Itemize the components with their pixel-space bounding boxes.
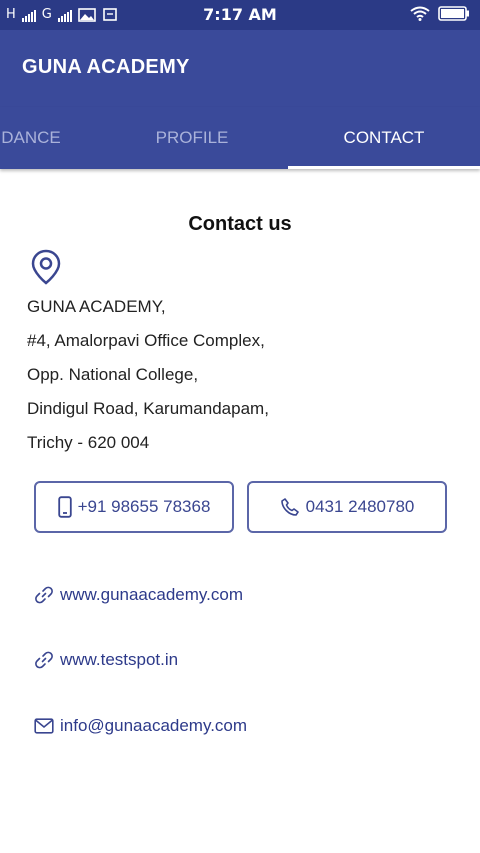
phone-icon bbox=[280, 498, 299, 516]
website-link-2[interactable]: www.testspot.in bbox=[34, 650, 178, 670]
tab-dance[interactable]: DANCE bbox=[0, 107, 102, 169]
app-title: GUNA ACADEMY bbox=[22, 56, 190, 78]
mobile-number: +91 98655 78368 bbox=[77, 497, 211, 516]
call-mobile-button[interactable]: +91 98655 78368 bbox=[34, 481, 234, 533]
status-time: 7:17 AM bbox=[203, 5, 277, 24]
tab-bar: DANCE PROFILE CONTACT bbox=[0, 107, 480, 169]
address-line: #4, Amalorpavi Office Complex, bbox=[27, 331, 265, 350]
email-address: info@gunaacademy.com bbox=[60, 716, 248, 735]
address-block: GUNA ACADEMY, #4, Amalorpavi Office Comp… bbox=[27, 290, 269, 460]
website-link-1[interactable]: www.gunaacademy.com bbox=[34, 585, 243, 605]
mail-icon bbox=[34, 718, 54, 734]
email-link[interactable]: info@gunaacademy.com bbox=[34, 716, 247, 736]
link-icon bbox=[35, 651, 53, 669]
mobile-phone-icon bbox=[57, 496, 72, 518]
contact-heading: Contact us bbox=[188, 213, 292, 235]
tab-contact[interactable]: CONTACT bbox=[288, 107, 480, 169]
battery-icon bbox=[438, 6, 469, 21]
address-line: Dindigul Road, Karumandapam, bbox=[27, 399, 269, 418]
landline-number: 0431 2480780 bbox=[305, 497, 415, 516]
website-url-1: www.gunaacademy.com bbox=[60, 585, 243, 604]
website-url-2: www.testspot.in bbox=[60, 650, 179, 669]
link-icon bbox=[35, 586, 53, 604]
tab-indicator bbox=[288, 166, 480, 169]
call-landline-button[interactable]: 0431 2480780 bbox=[247, 481, 447, 533]
app-bar: GUNA ACADEMY bbox=[0, 30, 480, 107]
address-line: Opp. National College, bbox=[27, 365, 199, 384]
address-line: Trichy - 620 004 bbox=[27, 433, 150, 452]
location-pin-icon bbox=[31, 249, 61, 285]
address-line: GUNA ACADEMY, bbox=[27, 297, 166, 316]
status-bar: H G 7:17 AM bbox=[0, 0, 480, 30]
tab-profile[interactable]: PROFILE bbox=[96, 107, 288, 169]
wifi-icon bbox=[410, 6, 430, 21]
